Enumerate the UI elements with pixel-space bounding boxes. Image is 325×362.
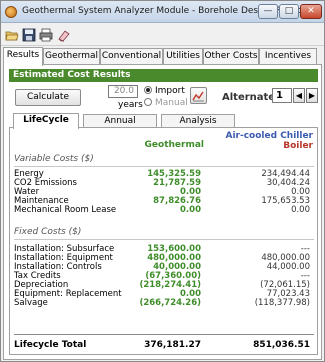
radio-unchecked-icon xyxy=(144,98,152,106)
prev-alternate-button[interactable]: ◀ xyxy=(293,88,305,103)
geothermal-value: 0.00 xyxy=(180,205,201,215)
geothermal-total: 376,181.27 xyxy=(144,340,201,350)
alternate-value: (118,377.98) xyxy=(254,298,310,308)
sub-tabs: LifeCycle Annual Analysis xyxy=(11,113,317,129)
close-button[interactable]: ✕ xyxy=(300,4,322,19)
manual-label: Manual xyxy=(155,98,188,108)
maximize-button[interactable]: □ xyxy=(279,4,299,19)
subtab-annual[interactable]: Annual xyxy=(83,114,157,128)
toolbar xyxy=(1,24,324,46)
calculate-button[interactable]: Calculate xyxy=(15,89,81,106)
table-row: Salvage (266,724.26) (118,377.98) xyxy=(14,298,314,308)
alternate-total: 851,036.51 xyxy=(253,340,310,350)
section-title: Estimated Cost Results xyxy=(9,69,318,82)
manual-radio[interactable]: Manual xyxy=(144,98,188,108)
print-icon[interactable] xyxy=(39,28,53,42)
alternate-label: Alternate xyxy=(222,92,276,103)
subtab-lifecycle[interactable]: LifeCycle xyxy=(13,113,79,129)
total-divider xyxy=(14,334,314,335)
column-header-geothermal: Geothermal xyxy=(144,140,204,150)
subtab-analysis[interactable]: Analysis xyxy=(161,114,235,128)
app-window: Geothermal System Analyzer Module - Bore… xyxy=(0,0,325,362)
radio-checked-icon xyxy=(144,86,152,94)
line-chart-icon xyxy=(192,91,204,102)
tab-utilities[interactable]: Utilities xyxy=(163,48,203,65)
open-folder-icon[interactable] xyxy=(5,28,19,42)
tab-incentives[interactable]: Incentives xyxy=(259,48,317,65)
chart-button[interactable] xyxy=(190,87,207,104)
lifecycle-panel: Geothermal Air-cooled Chiller Boiler Var… xyxy=(9,127,318,355)
results-panel: Estimated Cost Results Calculate 20.0 ye… xyxy=(3,64,322,360)
app-logo-icon xyxy=(5,6,17,18)
fixed-costs-label: Fixed Costs ($) xyxy=(14,227,82,237)
divider xyxy=(14,166,314,167)
column-header-air-cooled: Air-cooled Chiller xyxy=(225,131,314,141)
save-icon[interactable] xyxy=(22,28,36,42)
tab-conventional[interactable]: Conventional xyxy=(100,48,163,65)
tab-geothermal[interactable]: Geothermal xyxy=(43,48,100,65)
eraser-icon[interactable] xyxy=(56,28,70,42)
minimize-button[interactable]: — xyxy=(258,4,278,19)
years-label: years xyxy=(118,100,143,110)
tab-results[interactable]: Results xyxy=(3,47,43,66)
lifecycle-total-row: Lifecycle Total 376,181.27 851,036.51 xyxy=(14,340,314,352)
years-input[interactable]: 20.0 xyxy=(108,85,138,98)
tab-other-costs[interactable]: Other Costs xyxy=(203,48,259,65)
alternate-value: 0.00 xyxy=(291,205,310,215)
variable-costs-label: Variable Costs ($) xyxy=(14,154,94,164)
row-label: Salvage xyxy=(14,298,48,308)
import-label: Import xyxy=(155,86,185,96)
title-bar[interactable]: Geothermal System Analyzer Module - Bore… xyxy=(1,1,324,23)
row-label: Mechanical Room Lease xyxy=(14,205,117,215)
import-radio[interactable]: Import xyxy=(144,86,185,96)
geothermal-value: (266,724.26) xyxy=(139,298,201,308)
alternate-input[interactable]: 1 xyxy=(272,88,292,103)
divider xyxy=(14,239,314,240)
table-row: Mechanical Room Lease 0.00 0.00 xyxy=(14,205,314,215)
next-alternate-button[interactable]: ▶ xyxy=(306,88,318,103)
main-tabs: Results Geothermal Conventional Utilitie… xyxy=(1,47,324,66)
total-label: Lifecycle Total xyxy=(14,340,87,350)
column-header-boiler: Boiler xyxy=(283,141,313,151)
